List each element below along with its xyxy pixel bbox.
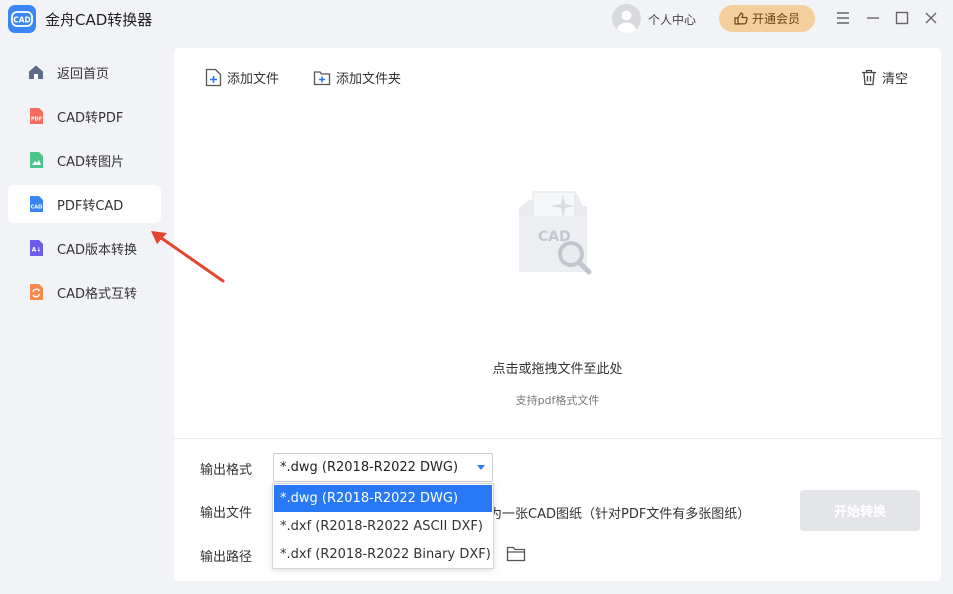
sidebar-item-label: PDF转CAD <box>57 198 124 214</box>
folder-icon[interactable] <box>506 545 526 563</box>
sidebar-item-home[interactable]: 返回首页 <box>8 53 161 91</box>
cad-folder-illustration-icon: CAD <box>519 191 592 275</box>
format-convert-icon <box>30 284 43 300</box>
app-logo: CAD <box>8 5 36 33</box>
user-center-link[interactable]: 个人中心 <box>648 11 696 28</box>
close-icon[interactable] <box>922 9 940 27</box>
title-bar: CAD 金舟CAD转换器 个人中心 开通会员 <box>0 0 953 38</box>
output-file-label: 输出文件 <box>200 506 253 521</box>
format-option[interactable]: *.dxf (R2018-R2022 Binary DXF) <box>274 541 492 568</box>
sidebar-item-cad-format[interactable]: CAD格式互转 <box>8 273 161 311</box>
add-file-icon <box>205 68 222 87</box>
clear-label: 清空 <box>882 72 909 87</box>
home-icon <box>29 65 43 79</box>
cad-logo-icon: CAD <box>11 11 33 27</box>
format-option[interactable]: *.dxf (R2018-R2022 ASCII DXF) <box>274 513 492 540</box>
drop-zone-subtitle: 支持pdf格式文件 <box>515 394 600 407</box>
annotation-arrow <box>151 231 225 283</box>
sidebar-item-label: CAD版本转换 <box>57 242 137 258</box>
svg-text:PDF: PDF <box>31 117 42 123</box>
output-path-label: 输出路径 <box>200 550 253 565</box>
thumb-up-icon <box>734 12 748 25</box>
svg-text:A↓: A↓ <box>32 247 42 254</box>
output-format-value: *.dwg (R2018-R2022 DWG) <box>280 460 459 475</box>
maximize-icon[interactable] <box>893 9 911 27</box>
sidebar-item-pdf-to-cad[interactable]: CAD PDF转CAD <box>8 185 161 223</box>
trash-icon <box>862 69 876 86</box>
format-option[interactable]: *.dwg (R2018-R2022 DWG) <box>274 485 492 512</box>
svg-text:CAD: CAD <box>31 205 43 211</box>
options-divider <box>174 438 941 439</box>
add-file-label: 添加文件 <box>227 72 280 87</box>
app-title: 金舟CAD转换器 <box>45 11 153 29</box>
sidebar-item-cad-to-pdf[interactable]: PDF CAD转PDF <box>8 97 161 135</box>
pdf-file-icon: PDF <box>30 108 43 124</box>
user-avatar[interactable] <box>612 4 641 33</box>
sidebar-item-label: 返回首页 <box>57 66 110 82</box>
sidebar-item-label: CAD转PDF <box>57 110 124 126</box>
sidebar-item-label: CAD格式互转 <box>57 286 137 302</box>
image-file-icon <box>30 152 43 168</box>
output-format-label: 输出格式 <box>200 463 253 478</box>
vip-button[interactable]: 开通会员 <box>719 5 815 32</box>
vip-label: 开通会员 <box>751 12 800 26</box>
user-icon <box>617 10 636 33</box>
output-file-hint: 为一张CAD图纸（针对PDF文件有多张图纸） <box>489 507 751 522</box>
clear-button[interactable]: 清空 <box>861 68 908 87</box>
sidebar-item-label: CAD转图片 <box>57 154 124 170</box>
sidebar-item-cad-to-image[interactable]: CAD转图片 <box>8 141 161 179</box>
svg-text:CAD: CAD <box>13 16 31 25</box>
add-file-button[interactable]: 添加文件 <box>205 68 279 87</box>
output-format-select[interactable]: *.dwg (R2018-R2022 DWG) <box>273 453 493 482</box>
minimize-icon[interactable] <box>864 9 882 27</box>
sidebar-item-cad-version[interactable]: A↓ CAD版本转换 <box>8 229 161 267</box>
start-convert-button[interactable]: 开始转换 <box>800 490 920 531</box>
menu-icon[interactable] <box>834 9 852 27</box>
add-folder-button[interactable]: 添加文件夹 <box>313 68 401 87</box>
add-folder-label: 添加文件夹 <box>336 72 402 87</box>
output-format-dropdown: *.dwg (R2018-R2022 DWG) *.dxf (R2018-R20… <box>272 483 494 569</box>
cad-file-icon: CAD <box>30 196 43 212</box>
file-drop-zone[interactable]: CAD 点击或拖拽文件至此处 支持pdf格式文件 <box>174 98 941 438</box>
version-convert-icon: A↓ <box>30 240 43 256</box>
chevron-down-icon <box>477 465 485 470</box>
add-folder-icon <box>313 70 331 85</box>
drop-zone-title: 点击或拖拽文件至此处 <box>492 362 623 377</box>
